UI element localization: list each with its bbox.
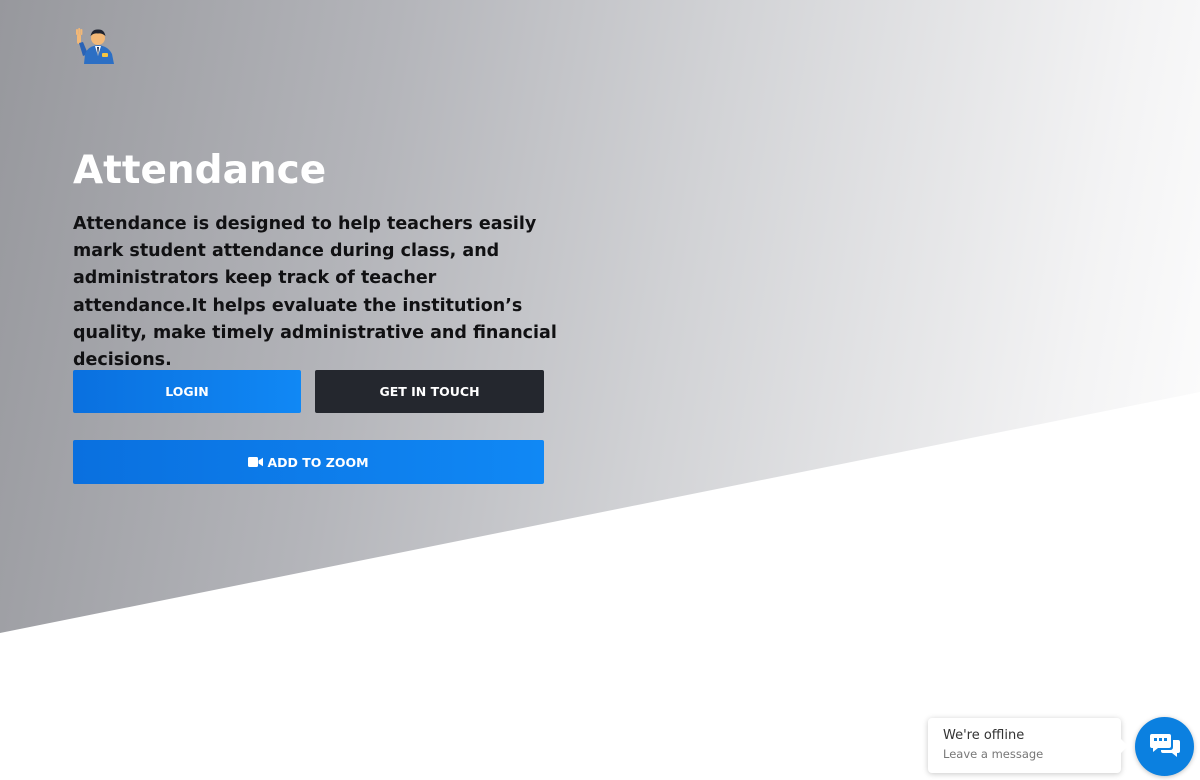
chat-bubbles-icon [1149, 732, 1180, 762]
chat-prompt: Leave a message [943, 747, 1044, 761]
person-waving-icon[interactable] [74, 26, 122, 66]
login-button[interactable]: LOGIN [73, 370, 301, 413]
login-button-label: LOGIN [165, 384, 209, 399]
get-in-touch-button[interactable]: GET IN TOUCH [315, 370, 544, 413]
add-to-zoom-button-label: ADD TO ZOOM [267, 454, 369, 470]
page-title: Attendance [73, 148, 327, 193]
landing-page: Attendance Attendance is designed to hel… [0, 0, 1200, 780]
hero-description: Attendance is designed to help teachers … [73, 214, 557, 371]
add-to-zoom-button[interactable]: ADD TO ZOOM [73, 440, 544, 484]
get-in-touch-button-label: GET IN TOUCH [379, 384, 480, 399]
chat-status: We're offline [943, 728, 1025, 743]
chat-launcher-button[interactable] [1135, 717, 1194, 776]
chat-offline-bubble[interactable]: We're offline Leave a message [928, 718, 1128, 773]
video-camera-icon [248, 457, 264, 467]
